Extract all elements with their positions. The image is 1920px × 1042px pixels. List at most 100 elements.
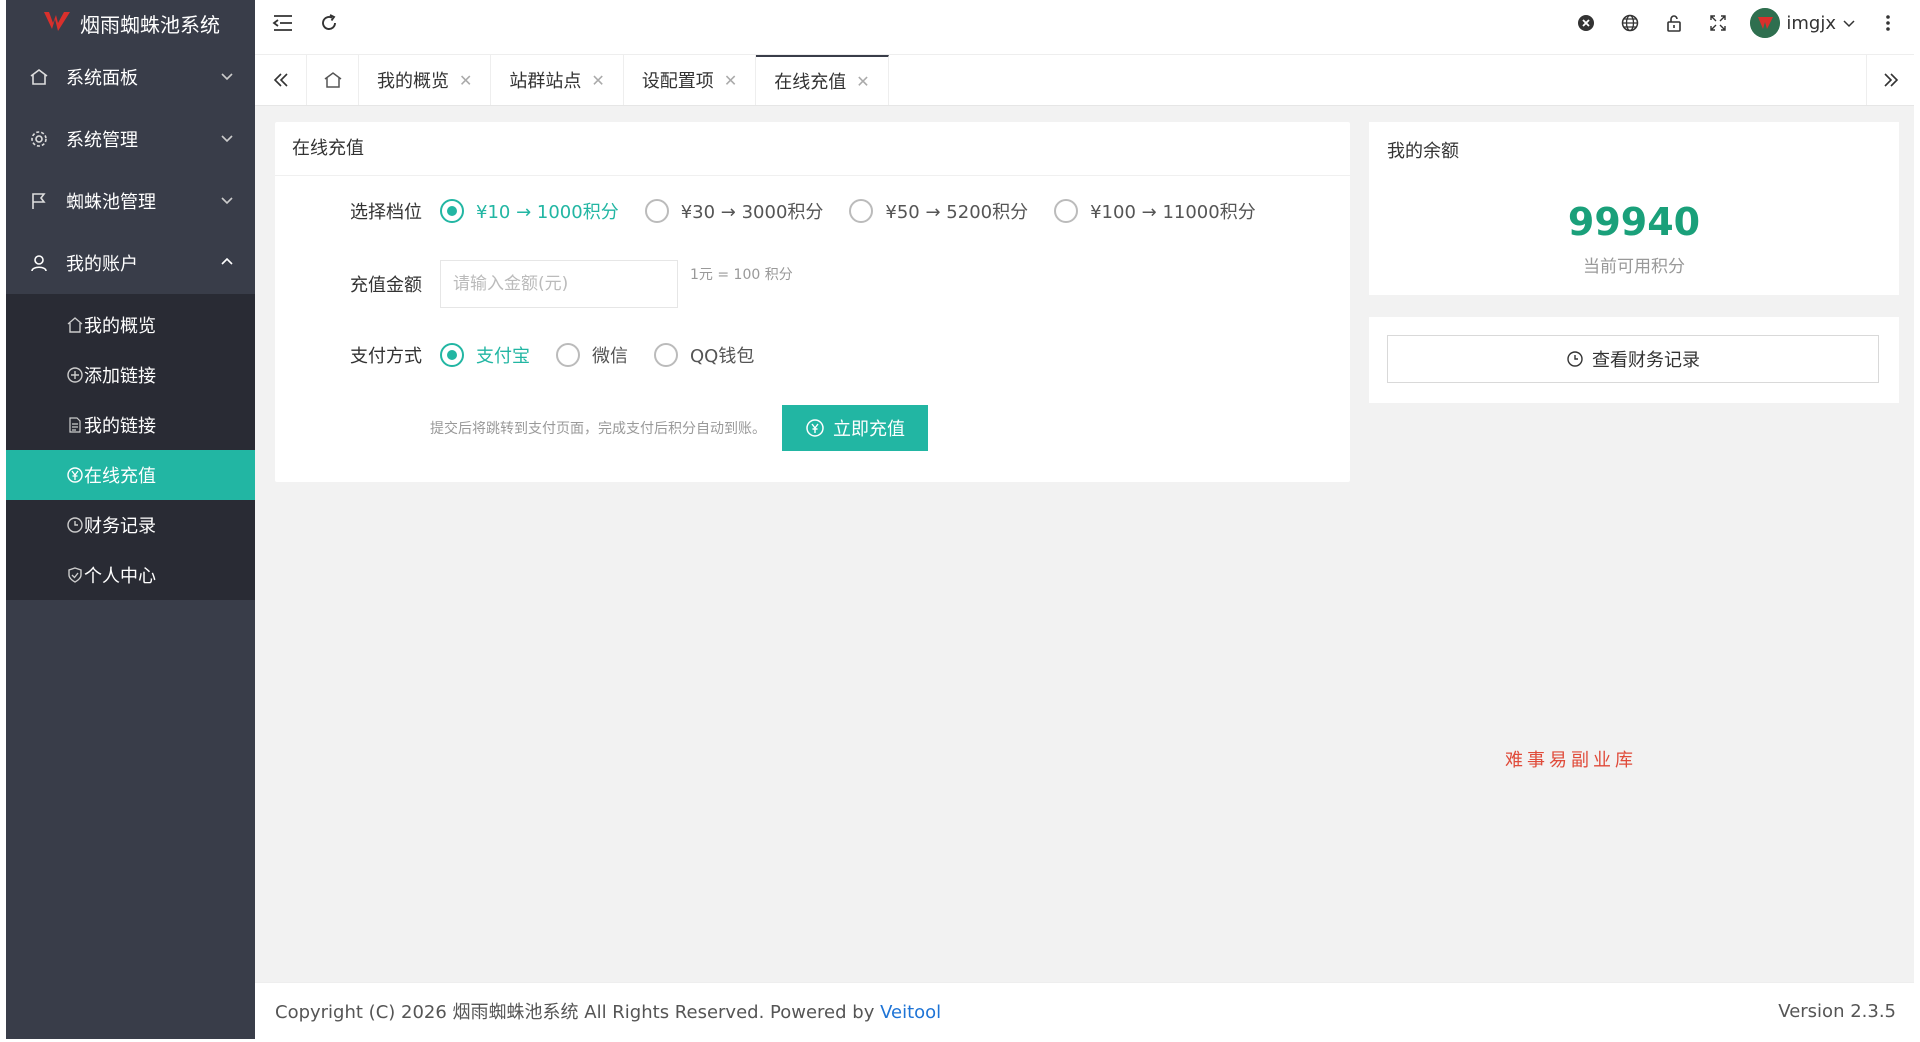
menu-collapse-icon[interactable] <box>271 11 295 35</box>
logo[interactable]: 烟雨蜘蛛池系统 <box>6 0 255 46</box>
tab-online-recharge[interactable]: 在线充值 ✕ <box>756 55 889 105</box>
shield-check-icon <box>66 566 84 584</box>
tier-option-100[interactable]: ¥100 → 11000积分 <box>1054 198 1256 224</box>
radio-circle <box>1054 199 1079 223</box>
tab-overview[interactable]: 我的概览 ✕ <box>359 55 492 105</box>
sidebar-subitem-finance-records[interactable]: 财务记录 <box>6 500 255 550</box>
tier-options: ¥10 → 1000积分 ¥30 → 3000积分 ¥50 → 5200积分 ¥… <box>440 198 1282 224</box>
topbar-right: imgjx <box>1574 0 1900 46</box>
sidebar-subitem-label: 我的链接 <box>84 416 156 437</box>
amount-row: 充值金额 1元 = 100 积分 <box>275 260 793 308</box>
radio-circle <box>654 343 678 367</box>
tier-option-10[interactable]: ¥10 → 1000积分 <box>440 198 619 224</box>
pay-qq-wallet[interactable]: QQ钱包 <box>654 342 754 368</box>
home-icon <box>66 316 84 334</box>
more-vertical-icon[interactable] <box>1876 11 1900 35</box>
submit-row: 提交后将跳转到支付页面，完成支付后积分自动到账。 立即充值 <box>430 405 928 451</box>
sidebar-subitem-add-link[interactable]: 添加链接 <box>6 350 255 400</box>
chevron-up-icon <box>221 257 233 265</box>
tier-option-label: ¥30 → 3000积分 <box>680 202 824 223</box>
tab-scroll-left-button[interactable] <box>255 55 307 105</box>
tab-scroll-right-button[interactable] <box>1866 55 1914 105</box>
chevron-down-icon <box>221 73 233 81</box>
tab-close-icon[interactable]: ✕ <box>459 71 472 90</box>
sidebar-subitem-my-links[interactable]: 我的链接 <box>6 400 255 450</box>
pay-alipay[interactable]: 支付宝 <box>440 342 530 368</box>
topbar-left <box>255 11 341 35</box>
home-icon <box>28 66 50 88</box>
tab-close-icon[interactable]: ✕ <box>856 72 869 91</box>
tab-label: 在线充值 <box>774 72 847 93</box>
double-chevron-left-icon <box>273 73 288 87</box>
home-icon <box>324 72 341 88</box>
tab-config[interactable]: 设配置项 ✕ <box>624 55 757 105</box>
flag-icon <box>28 190 50 212</box>
close-circle-icon[interactable] <box>1574 11 1598 35</box>
sidebar-item-dashboard[interactable]: 系统面板 <box>6 46 255 108</box>
globe-icon[interactable] <box>1618 11 1642 35</box>
tab-label: 设配置项 <box>641 71 714 92</box>
pay-wechat[interactable]: 微信 <box>556 342 628 368</box>
sidebar-subitem-label: 个人中心 <box>84 566 156 587</box>
recharge-now-label: 立即充值 <box>833 419 905 440</box>
sidebar-subitem-label: 财务记录 <box>84 516 156 537</box>
records-card: 查看财务记录 <box>1369 317 1899 403</box>
user-icon <box>28 252 50 274</box>
tier-option-30[interactable]: ¥30 → 3000积分 <box>644 198 824 224</box>
clock-icon <box>66 516 84 534</box>
yuan-circle-icon <box>806 419 824 437</box>
app-root: 烟雨蜘蛛池系统 系统面板 系统管理 蜘蛛池管理 我的账户 我的概览 添加链接 我… <box>0 0 1920 1042</box>
powered-by-link[interactable]: Veitool <box>880 1002 941 1023</box>
sidebar-subitem-overview[interactable]: 我的概览 <box>6 300 255 350</box>
tier-label: 选择档位 <box>350 202 422 223</box>
balance-title: 我的余额 <box>1387 141 1459 162</box>
submit-note: 提交后将跳转到支付页面，完成支付后积分自动到账。 <box>430 421 766 437</box>
sidebar-item-my-account[interactable]: 我的账户 <box>6 232 255 294</box>
sidebar-item-label: 系统面板 <box>66 68 138 89</box>
balance-label: 当前可用积分 <box>1583 257 1685 277</box>
sidebar-submenu: 我的概览 添加链接 我的链接 在线充值 财务记录 个人中心 <box>6 294 255 600</box>
chevron-down-icon <box>221 197 233 205</box>
tab-close-icon[interactable]: ✕ <box>591 71 604 90</box>
pay-method-option-label: 支付宝 <box>476 346 530 367</box>
tier-option-label: ¥10 → 1000积分 <box>476 202 619 223</box>
radio-circle <box>849 199 874 223</box>
add-circle-icon <box>66 366 84 384</box>
user-menu[interactable]: imgjx <box>1750 8 1856 38</box>
recharge-card-title: 在线充值 <box>275 122 1350 176</box>
fullscreen-icon[interactable] <box>1706 11 1730 35</box>
tab-bar: 我的概览 ✕ 站群站点 ✕ 设配置项 ✕ 在线充值 ✕ <box>255 54 1914 106</box>
view-finance-records-button[interactable]: 查看财务记录 <box>1387 335 1879 383</box>
radio-circle <box>440 343 464 367</box>
sidebar-item-label: 系统管理 <box>66 130 138 151</box>
amount-input[interactable] <box>440 260 678 308</box>
balance-card: 我的余额 99940 当前可用积分 <box>1369 122 1899 295</box>
view-finance-records-label: 查看财务记录 <box>1592 350 1700 371</box>
sidebar-item-system[interactable]: 系统管理 <box>6 108 255 170</box>
recharge-card: 在线充值 选择档位 ¥10 → 1000积分 ¥30 → 3000积分 ¥50 … <box>275 122 1350 482</box>
sidebar-subitem-label: 我的概览 <box>84 316 156 337</box>
copyright-text: Copyright (C) 2026 烟雨蜘蛛池系统 All Rights Re… <box>275 1002 881 1023</box>
tab-home[interactable] <box>307 55 359 105</box>
app-title: 烟雨蜘蛛池系统 <box>80 12 220 37</box>
sidebar-subitem-label: 在线充值 <box>84 466 156 487</box>
sidebar-subitem-online-recharge[interactable]: 在线充值 <box>6 450 255 500</box>
tab-label: 我的概览 <box>377 71 449 92</box>
sidebar-item-label: 蜘蛛池管理 <box>66 192 156 213</box>
refresh-icon[interactable] <box>317 11 341 35</box>
tier-option-50[interactable]: ¥50 → 5200积分 <box>849 198 1028 224</box>
pay-method-row: 支付方式 支付宝 微信 QQ钱包 <box>275 342 780 368</box>
sidebar-subitem-personal-center[interactable]: 个人中心 <box>6 550 255 600</box>
footer-copyright: Copyright (C) 2026 烟雨蜘蛛池系统 All Rights Re… <box>275 998 941 1024</box>
tab-site-group[interactable]: 站群站点 ✕ <box>491 55 624 105</box>
balance-value: 99940 <box>1567 200 1701 244</box>
tab-close-icon[interactable]: ✕ <box>724 71 737 90</box>
sidebar: 烟雨蜘蛛池系统 系统面板 系统管理 蜘蛛池管理 我的账户 我的概览 添加链接 我… <box>6 0 255 1039</box>
lock-icon[interactable] <box>1662 11 1686 35</box>
recharge-now-button[interactable]: 立即充值 <box>782 405 928 451</box>
radio-circle <box>440 199 464 223</box>
sidebar-item-spider-pool[interactable]: 蜘蛛池管理 <box>6 170 255 232</box>
chevron-down-icon <box>1843 20 1855 28</box>
radio-circle <box>556 343 580 367</box>
sidebar-item-label: 我的账户 <box>66 254 138 275</box>
